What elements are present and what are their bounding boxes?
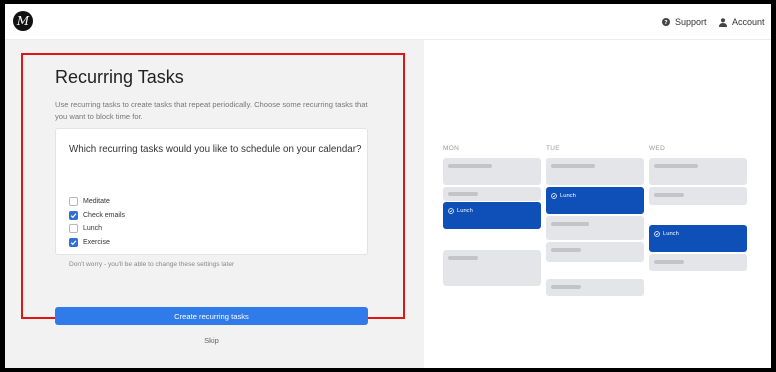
clock-icon (654, 231, 660, 237)
calendar-block (443, 158, 541, 185)
option-label: Check emails (83, 212, 126, 219)
exercise-checkbox[interactable] (69, 238, 78, 247)
account-link[interactable]: Account (719, 15, 765, 29)
skip-link[interactable]: Skip (55, 336, 368, 345)
calendar-block (546, 242, 644, 262)
option-lunch[interactable]: Lunch (69, 224, 102, 233)
option-exercise[interactable]: Exercise (69, 238, 110, 247)
clock-icon (448, 208, 454, 214)
logo[interactable]: M (13, 11, 33, 31)
check-icon (70, 240, 77, 246)
option-meditate[interactable]: Meditate (69, 197, 110, 206)
check-emails-checkbox[interactable] (69, 211, 78, 220)
calendar-event: Lunch (546, 187, 644, 214)
page-description: Use recurring tasks to create tasks that… (55, 100, 368, 121)
create-recurring-tasks-button[interactable]: Create recurring tasks (55, 307, 368, 325)
day-label-wed: WED (649, 145, 666, 152)
calendar-block (546, 216, 644, 240)
settings-note: Don't worry - you'll be able to change t… (69, 261, 235, 268)
calendar-block (649, 187, 747, 205)
lunch-checkbox[interactable] (69, 224, 78, 233)
clock-icon (551, 193, 557, 199)
calendar-event: Lunch (443, 202, 541, 229)
event-label: Lunch (663, 231, 679, 237)
svg-text:?: ? (664, 20, 667, 26)
option-check-emails[interactable]: Check emails (69, 211, 125, 220)
calendar-block (443, 187, 541, 201)
meditate-checkbox[interactable] (69, 197, 78, 206)
question-text: Which recurring tasks would you like to … (69, 144, 362, 155)
help-circle-icon: ? (662, 18, 670, 26)
option-label: Meditate (83, 198, 110, 205)
app-window: M ? Support Account Recurring Tasks Use … (5, 4, 771, 368)
recurring-tasks-card: Which recurring tasks would you like to … (55, 128, 368, 268)
event-label: Lunch (560, 193, 576, 199)
calendar-block (443, 250, 541, 286)
day-label-mon: MON (443, 145, 460, 152)
user-icon (719, 17, 727, 27)
option-label: Exercise (83, 239, 110, 246)
top-bar: M ? Support Account (5, 4, 771, 40)
calendar-block (546, 158, 644, 185)
calendar-block (649, 254, 747, 271)
calendar-event: Lunch (649, 225, 747, 252)
option-label: Lunch (83, 225, 103, 232)
day-label-tue: TUE (546, 145, 560, 152)
event-label: Lunch (457, 208, 473, 214)
calendar-block (649, 158, 747, 185)
support-link[interactable]: ? Support (662, 15, 707, 29)
account-label: Account (732, 17, 765, 27)
page-title: Recurring Tasks (55, 67, 184, 87)
check-icon (70, 213, 77, 219)
calendar-block (546, 279, 644, 296)
support-label: Support (675, 17, 707, 27)
